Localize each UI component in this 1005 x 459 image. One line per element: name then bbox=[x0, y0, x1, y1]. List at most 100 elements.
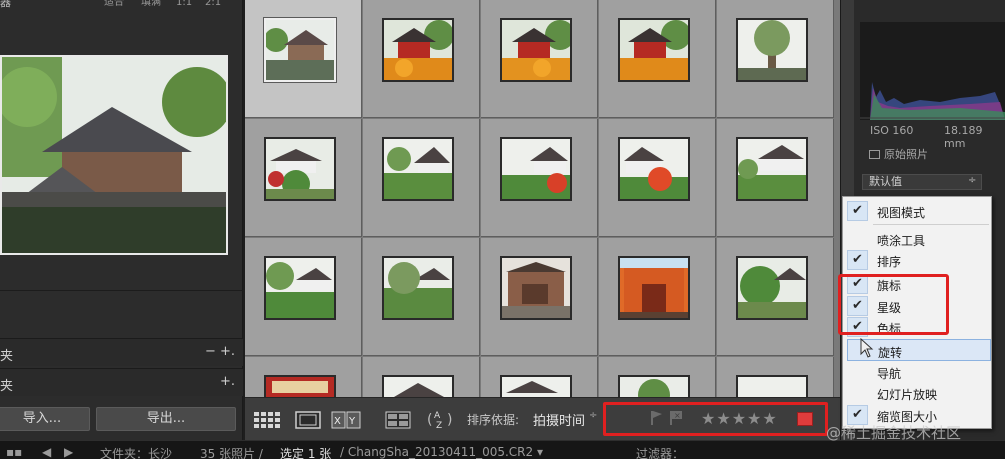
iso-value: ISO 160 bbox=[870, 124, 914, 137]
photo-thumbnail[interactable] bbox=[618, 137, 690, 201]
grid-cell[interactable] bbox=[481, 357, 598, 397]
grid-cell[interactable] bbox=[481, 0, 598, 118]
grid-view-icon[interactable] bbox=[253, 411, 283, 429]
grid-cell[interactable] bbox=[717, 0, 834, 118]
sort-direction-icon[interactable]: (A Z) bbox=[427, 408, 457, 431]
grid-cell[interactable] bbox=[717, 119, 834, 237]
grid-cell[interactable] bbox=[245, 119, 362, 237]
import-button[interactable]: 导入... bbox=[0, 407, 90, 431]
compare-view-icon[interactable]: XY bbox=[331, 411, 361, 429]
preset-dropdown[interactable]: 默认值 bbox=[862, 174, 982, 190]
svg-text:(: ( bbox=[427, 412, 432, 428]
grid-cell[interactable] bbox=[245, 357, 362, 397]
photo-thumbnail[interactable] bbox=[500, 137, 572, 201]
photo-thumbnail[interactable] bbox=[618, 256, 690, 320]
sort-dropdown-arrow-icon[interactable]: ÷ bbox=[589, 410, 597, 421]
svg-text:): ) bbox=[447, 412, 452, 428]
photo-thumbnail[interactable] bbox=[382, 18, 454, 82]
folders-add-remove[interactable]: − +. bbox=[205, 344, 235, 359]
menu-item-label: 排序 bbox=[877, 255, 902, 269]
navigator-preview-image[interactable] bbox=[0, 55, 228, 255]
check-icon: ✔ bbox=[847, 201, 868, 221]
grid-cell[interactable] bbox=[481, 238, 598, 356]
menu-item-spray-tool[interactable]: 喷涂工具 bbox=[843, 228, 993, 250]
flag-pick-icon[interactable] bbox=[649, 410, 663, 430]
original-photo-label: 原始照片 bbox=[884, 148, 928, 161]
photo-thumbnail[interactable] bbox=[500, 18, 572, 82]
photo-thumbnail[interactable] bbox=[736, 375, 808, 397]
back-arrow-icon[interactable]: ◀ bbox=[42, 445, 51, 459]
photo-thumbnail[interactable] bbox=[264, 18, 336, 82]
grid-cell[interactable] bbox=[599, 357, 716, 397]
grid-cell[interactable] bbox=[245, 238, 362, 356]
forward-arrow-icon[interactable]: ▶ bbox=[64, 445, 73, 459]
menu-separator bbox=[873, 224, 989, 225]
navigator-header: 器 适合 填满 1:1 2:1 bbox=[0, 0, 243, 10]
zoom-fill[interactable]: 填满 bbox=[141, 0, 161, 8]
menu-item-view-mode[interactable]: ✔ 视图模式 bbox=[843, 200, 993, 222]
library-toolbar: XY (A Z) 排序依据: 拍摄时间 ÷ × ★★★★★ bbox=[245, 397, 840, 440]
photo-thumbnail[interactable] bbox=[382, 137, 454, 201]
original-photo-checkbox[interactable] bbox=[869, 150, 880, 159]
menu-item-slideshow[interactable]: 幻灯片放映 bbox=[843, 382, 993, 404]
preset-dropdown-arrow-icon[interactable]: ÷ bbox=[968, 175, 976, 186]
collections-add[interactable]: +. bbox=[220, 374, 235, 389]
grid-cell[interactable] bbox=[245, 0, 362, 118]
photo-thumbnail[interactable] bbox=[618, 375, 690, 397]
zoom-2-1[interactable]: 2:1 bbox=[205, 0, 221, 8]
photo-thumbnail[interactable] bbox=[500, 375, 572, 397]
menu-highlight-box bbox=[838, 274, 949, 335]
zoom-1-1[interactable]: 1:1 bbox=[176, 0, 192, 8]
photo-thumbnail[interactable] bbox=[736, 137, 808, 201]
grid-cell[interactable] bbox=[599, 0, 716, 118]
grid-cell[interactable] bbox=[363, 0, 480, 118]
grid-cell[interactable] bbox=[363, 238, 480, 356]
photo-thumbnail[interactable] bbox=[736, 18, 808, 82]
grid-cell[interactable] bbox=[363, 119, 480, 237]
menu-item-navigate[interactable]: 导航 bbox=[843, 361, 993, 383]
zoom-fit[interactable]: 适合 bbox=[104, 0, 124, 8]
photo-thumbnail[interactable] bbox=[382, 375, 454, 397]
svg-text:A: A bbox=[434, 411, 441, 421]
photo-thumbnail[interactable] bbox=[264, 137, 336, 201]
svg-text:X: X bbox=[334, 416, 341, 427]
folders-panel-header[interactable]: 夹 − +. bbox=[0, 338, 243, 366]
filename[interactable]: / ChangSha_20130411_005.CR2 ▾ bbox=[340, 445, 543, 459]
sort-dropdown[interactable]: 拍摄时间 bbox=[533, 410, 585, 429]
mouse-cursor-icon bbox=[860, 337, 874, 361]
svg-text:×: × bbox=[674, 411, 681, 420]
photo-thumbnail[interactable] bbox=[382, 256, 454, 320]
grid-cell[interactable] bbox=[599, 238, 716, 356]
loupe-view-icon[interactable] bbox=[295, 411, 321, 429]
folder-path[interactable]: 文件夹：长沙 bbox=[100, 445, 172, 459]
svg-text:Y: Y bbox=[348, 416, 356, 427]
grid-cell[interactable] bbox=[717, 357, 834, 397]
collections-panel-header[interactable]: 夹 +. bbox=[0, 368, 243, 396]
survey-view-icon[interactable] bbox=[385, 411, 411, 429]
photo-thumbnail[interactable] bbox=[500, 256, 572, 320]
star-rating[interactable]: ★★★★★ bbox=[701, 409, 778, 428]
grid-cell[interactable] bbox=[717, 238, 834, 356]
grid-cell[interactable] bbox=[481, 119, 598, 237]
photo-thumbnail[interactable] bbox=[264, 256, 336, 320]
photo-thumbnail[interactable] bbox=[264, 375, 336, 397]
menu-item-sort[interactable]: ✔ 排序 bbox=[843, 249, 993, 271]
navigator-title: 器 bbox=[0, 0, 11, 9]
grid-cell[interactable] bbox=[363, 357, 480, 397]
flag-reject-icon[interactable]: × bbox=[669, 410, 683, 430]
sort-label: 排序依据: bbox=[467, 413, 520, 427]
photo-thumbnail[interactable] bbox=[736, 256, 808, 320]
menu-item-label: 导航 bbox=[877, 367, 902, 381]
grid-cell[interactable] bbox=[599, 119, 716, 237]
color-label-red[interactable] bbox=[797, 412, 813, 426]
check-icon: ✔ bbox=[847, 250, 868, 270]
left-panel: 器 适合 填满 1:1 2:1 夹 − +. 夹 +. 导入... 导出... bbox=[0, 0, 243, 440]
histogram[interactable] bbox=[860, 22, 1005, 120]
export-button[interactable]: 导出... bbox=[96, 407, 236, 431]
menu-item-label: 喷涂工具 bbox=[877, 234, 926, 248]
grid-icon[interactable]: ▪▪ bbox=[6, 445, 22, 459]
menu-item-label: 视图模式 bbox=[877, 206, 926, 220]
photo-thumbnail[interactable] bbox=[618, 18, 690, 82]
library-grid[interactable] bbox=[245, 0, 840, 397]
filter-label: 过滤器： bbox=[636, 447, 685, 459]
